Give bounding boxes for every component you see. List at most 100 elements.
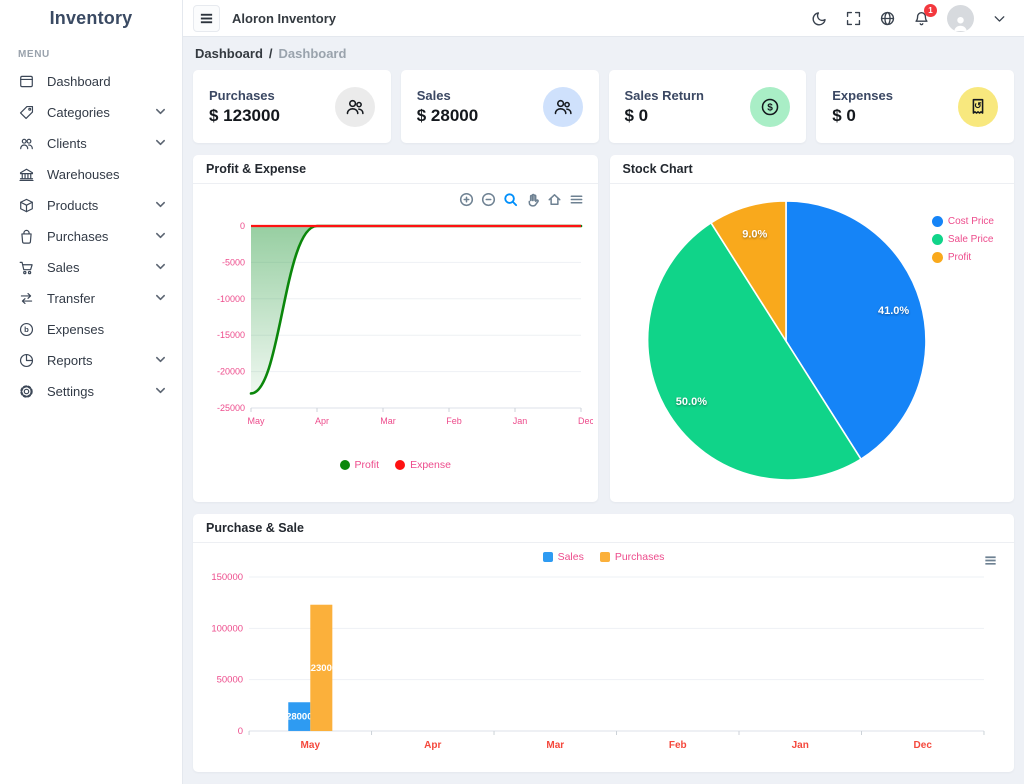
svg-text:May: May: [247, 416, 265, 426]
stat-card-sales-return: Sales Return $ 0 $: [609, 70, 807, 143]
legend-item[interactable]: Cost Price: [932, 216, 994, 227]
fullscreen-button[interactable]: [845, 10, 862, 27]
dashboard-content: Dashboard / Dashboard Purchases $ 123000…: [183, 37, 1024, 784]
sidebar-item-warehouses[interactable]: Warehouses: [0, 159, 182, 190]
reset-zoom-home-icon[interactable]: [547, 192, 562, 207]
main-area: Aloron Inventory 1 Dashb: [183, 0, 1024, 784]
chart-title: Profit & Expense: [193, 155, 598, 184]
sidebar-item-label: Settings: [47, 384, 94, 399]
globe-icon: [879, 10, 896, 27]
cart-icon: [18, 259, 35, 276]
purchase-sale-legend: Sales Purchases: [201, 551, 1006, 563]
legend-item[interactable]: Sales: [543, 551, 584, 563]
dark-mode-toggle[interactable]: [811, 10, 828, 27]
chevron-down-icon: [155, 136, 166, 151]
stat-value: $ 0: [832, 106, 893, 126]
sidebar-item-label: Clients: [47, 136, 87, 151]
chevron-down-icon: [155, 229, 166, 244]
svg-text:9.0%: 9.0%: [742, 228, 767, 240]
chart-menu-icon[interactable]: [983, 553, 998, 573]
stat-cards-row: Purchases $ 123000 Sales $ 28000 Sales: [193, 70, 1014, 143]
stat-value: $ 123000: [209, 106, 280, 126]
chevron-down-icon: [155, 353, 166, 368]
sidebar-item-label: Purchases: [47, 229, 108, 244]
legend-item[interactable]: Expense: [395, 459, 451, 471]
svg-text:b: b: [24, 325, 29, 334]
purchase-sale-chart[interactable]: 050000100000150000MayAprMarFebJanDec2800…: [201, 565, 1006, 770]
sidebar-item-categories[interactable]: Categories: [0, 97, 182, 128]
breadcrumb-current[interactable]: Dashboard: [195, 46, 263, 61]
svg-text:50.0%: 50.0%: [675, 396, 706, 408]
svg-text:-20000: -20000: [217, 367, 245, 377]
legend-item[interactable]: Profit: [932, 252, 971, 263]
chevron-down-icon: [155, 291, 166, 306]
sidebar-item-label: Transfer: [47, 291, 95, 306]
svg-text:Jan: Jan: [513, 416, 528, 426]
people-icon: [543, 87, 583, 127]
sidebar-item-label: Reports: [47, 353, 93, 368]
sidebar: Inventory MENU Dashboard Categories Clie…: [0, 0, 183, 784]
top-header: Aloron Inventory 1: [183, 0, 1024, 37]
stock-chart-card: Stock Chart 41.0%50.0%9.0% Cost PriceSal…: [610, 155, 1015, 502]
app-logo[interactable]: Inventory: [0, 0, 182, 37]
svg-text:Jan: Jan: [792, 740, 809, 751]
chart-title: Stock Chart: [610, 155, 1015, 184]
sidebar-item-reports[interactable]: Reports: [0, 345, 182, 376]
sidebar-toggle-button[interactable]: [193, 5, 220, 32]
person-icon: [951, 13, 970, 32]
stock-chart-legend: Cost Price Sale Price Profit: [932, 216, 994, 263]
notifications-button[interactable]: 1: [913, 10, 930, 27]
purchase-sale-body: SalesPurchases 050000100000150000MayAprM…: [193, 543, 1014, 772]
tag-icon: [18, 104, 35, 121]
stat-card-expenses: Expenses $ 0 ↺: [816, 70, 1014, 143]
selection-zoom-icon[interactable]: [503, 192, 518, 207]
chart-menu-icon[interactable]: [569, 192, 584, 207]
sidebar-item-settings[interactable]: Settings: [0, 376, 182, 407]
zoom-out-icon[interactable]: [481, 192, 496, 207]
box-icon: [18, 197, 35, 214]
sidebar-item-dashboard[interactable]: Dashboard: [0, 66, 182, 97]
stat-title: Sales Return: [625, 88, 704, 103]
sidebar-item-clients[interactable]: Clients: [0, 128, 182, 159]
sidebar-item-label: Products: [47, 198, 98, 213]
purchase-sale-card: Purchase & Sale SalesPurchases 050000100…: [193, 514, 1014, 772]
dollar-circle-icon: $: [750, 87, 790, 127]
fullscreen-icon: [845, 10, 862, 27]
svg-text:↺: ↺: [974, 100, 982, 110]
menu-section-label: MENU: [0, 37, 182, 66]
legend-item[interactable]: Sale Price: [932, 234, 994, 245]
sidebar-item-label: Warehouses: [47, 167, 120, 182]
sidebar-item-purchases[interactable]: Purchases: [0, 221, 182, 252]
clients-icon: [18, 135, 35, 152]
zoom-in-icon[interactable]: [459, 192, 474, 207]
svg-text:Feb: Feb: [669, 740, 687, 751]
svg-text:-25000: -25000: [217, 403, 245, 413]
profit-expense-chart[interactable]: 0-5000-10000-15000-20000-25000MayAprMarF…: [201, 204, 590, 457]
svg-text:100000: 100000: [211, 623, 243, 634]
chevron-down-icon: [155, 198, 166, 213]
stock-chart-body: 41.0%50.0%9.0% Cost PriceSale PriceProfi…: [610, 184, 1015, 502]
sidebar-item-expenses[interactable]: b Expenses: [0, 314, 182, 345]
app-title: Aloron Inventory: [232, 11, 336, 26]
language-button[interactable]: [879, 10, 896, 27]
pan-icon[interactable]: [525, 192, 540, 207]
chevron-down-icon: [155, 384, 166, 399]
profit-expense-body: 0-5000-10000-15000-20000-25000MayAprMarF…: [193, 184, 598, 475]
svg-text:0: 0: [238, 726, 243, 737]
dashboard-icon: [18, 73, 35, 90]
legend-item[interactable]: Profit: [340, 459, 380, 471]
sidebar-item-sales[interactable]: Sales: [0, 252, 182, 283]
svg-text:Dec: Dec: [578, 416, 593, 426]
svg-text:50000: 50000: [217, 675, 243, 686]
sidebar-item-products[interactable]: Products: [0, 190, 182, 221]
user-avatar[interactable]: [947, 5, 974, 32]
sidebar-item-transfer[interactable]: Transfer: [0, 283, 182, 314]
stat-value: $ 0: [625, 106, 704, 126]
sidebar-item-label: Sales: [47, 260, 80, 275]
transfer-arrows-icon: [18, 290, 35, 307]
stat-card-purchases: Purchases $ 123000: [193, 70, 391, 143]
warehouse-icon: [18, 166, 35, 183]
profile-menu-toggle[interactable]: [991, 10, 1008, 27]
svg-text:-15000: -15000: [217, 330, 245, 340]
legend-item[interactable]: Purchases: [600, 551, 665, 563]
